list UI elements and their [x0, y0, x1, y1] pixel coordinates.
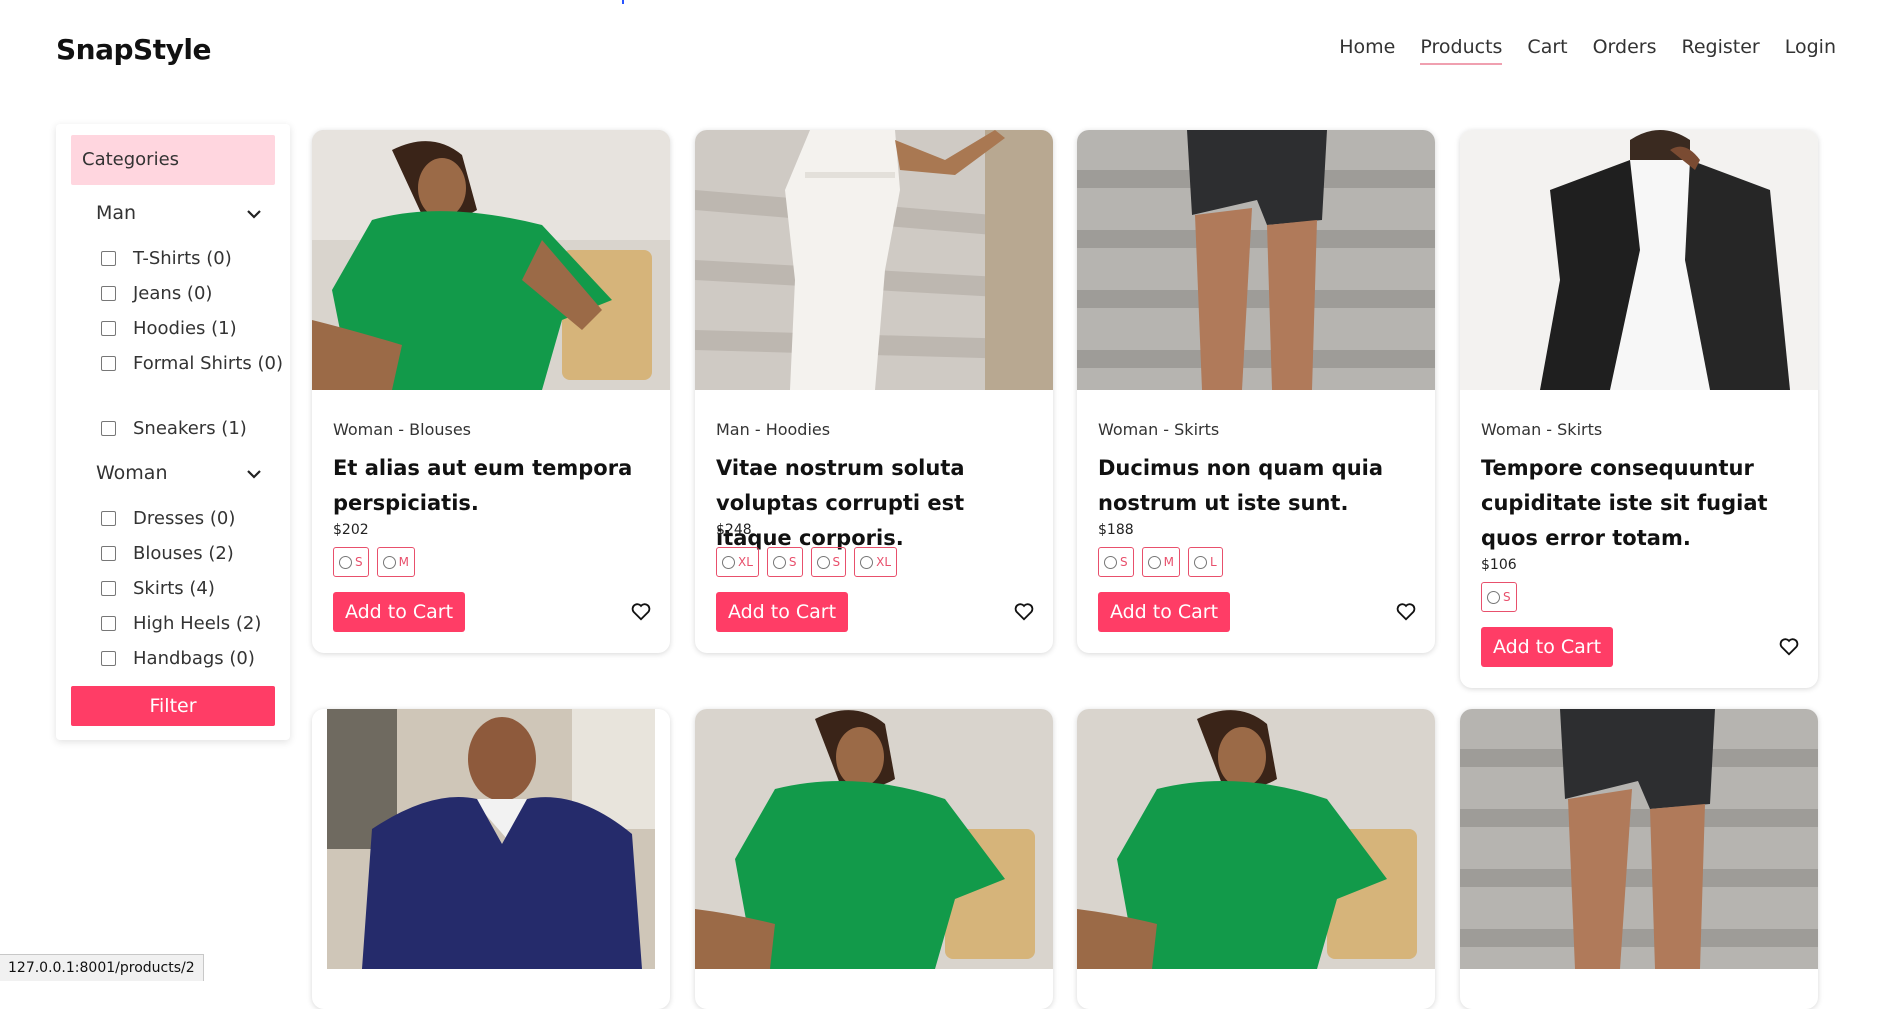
checkbox[interactable] [101, 581, 116, 596]
product-price: $106 [1481, 557, 1517, 573]
heart-icon[interactable] [1013, 600, 1035, 622]
add-to-cart-button[interactable]: Add to Cart [1098, 592, 1230, 632]
focus-mark [622, 0, 624, 4]
size-option[interactable]: XL [854, 547, 898, 577]
nav-products[interactable]: Products [1420, 36, 1503, 65]
size-option[interactable]: S [810, 547, 847, 577]
product-image[interactable] [312, 709, 670, 969]
product-category: Man - Hoodies [716, 420, 831, 439]
checkbox[interactable] [101, 321, 116, 336]
size-option[interactable]: S [766, 547, 803, 577]
radio-icon[interactable] [1104, 555, 1117, 569]
product-price: $188 [1098, 522, 1134, 538]
product-image[interactable] [1460, 130, 1818, 390]
brand-logo[interactable]: SnapStyle [56, 33, 211, 66]
checkbox[interactable] [101, 511, 116, 526]
size-option[interactable]: S [1098, 547, 1134, 577]
product-title[interactable]: Vitae nostrum soluta voluptas corrupti e… [716, 451, 1036, 556]
product-card[interactable] [312, 709, 670, 1009]
size-options: S M L [1098, 547, 1223, 577]
radio-icon[interactable] [816, 555, 830, 569]
checkbox[interactable] [101, 356, 116, 371]
checkbox[interactable] [101, 286, 116, 301]
nav-register[interactable]: Register [1682, 36, 1760, 64]
checkbox[interactable] [101, 251, 116, 266]
filter-button[interactable]: Filter [71, 686, 275, 726]
size-option[interactable]: XL [716, 547, 759, 577]
nav-home[interactable]: Home [1339, 36, 1395, 64]
category-sidebar: Categories Man T-Shirts (0) Jeans (0) Ho… [56, 124, 290, 740]
product-category: Woman - Skirts [1098, 420, 1220, 439]
chevron-down-icon[interactable] [246, 206, 262, 222]
size-option[interactable]: M [376, 547, 415, 577]
add-to-cart-button[interactable]: Add to Cart [333, 592, 465, 632]
status-url: 127.0.0.1:8001/products/2 [0, 954, 204, 981]
size-options: S M [333, 547, 415, 577]
radio-icon[interactable] [722, 555, 735, 569]
product-category: Woman - Blouses [333, 420, 472, 439]
heart-icon[interactable] [630, 600, 652, 622]
main-nav: Home Products Cart Orders Register Login [1339, 36, 1836, 65]
product-title[interactable]: Ducimus non quam quia nostrum ut iste su… [1098, 451, 1418, 521]
checkbox[interactable] [101, 616, 116, 631]
size-options: S [1481, 582, 1517, 612]
size-options: XL S S XL [716, 547, 898, 577]
product-image[interactable] [1077, 130, 1435, 390]
checkbox[interactable] [101, 546, 116, 561]
categories-title: Categories [82, 149, 180, 170]
size-option[interactable]: M [1141, 547, 1180, 577]
product-title[interactable]: Et alias aut eum tempora perspiciatis. [333, 451, 653, 521]
product-image[interactable] [695, 709, 1053, 969]
size-option[interactable]: S [333, 547, 369, 577]
product-image[interactable] [1460, 709, 1818, 969]
product-price: $202 [333, 522, 369, 538]
product-image[interactable] [1077, 709, 1435, 969]
site-header: SnapStyle Home Products Cart Orders Regi… [0, 0, 1892, 100]
radio-icon[interactable] [772, 555, 786, 569]
radio-icon[interactable] [382, 555, 396, 569]
chevron-down-icon[interactable] [246, 466, 262, 482]
product-image[interactable] [695, 130, 1053, 390]
heart-icon[interactable] [1778, 635, 1800, 657]
heart-icon[interactable] [1395, 600, 1417, 622]
product-card[interactable] [695, 709, 1053, 1009]
nav-login[interactable]: Login [1785, 36, 1836, 64]
radio-icon[interactable] [1487, 590, 1500, 604]
product-card[interactable]: Woman - Skirts Ducimus non quam quia nos… [1077, 130, 1435, 653]
radio-icon[interactable] [860, 555, 874, 569]
radio-icon[interactable] [1193, 555, 1207, 569]
radio-icon[interactable] [1147, 555, 1161, 569]
categories-header: Categories [71, 135, 275, 185]
product-card[interactable]: Man - Hoodies Vitae nostrum soluta volup… [695, 130, 1053, 653]
product-card[interactable] [1460, 709, 1818, 1009]
add-to-cart-button[interactable]: Add to Cart [1481, 627, 1613, 667]
product-card[interactable]: Woman - Blouses Et alias aut eum tempora… [312, 130, 670, 653]
product-category: Woman - Skirts [1481, 420, 1603, 439]
size-option[interactable]: S [1481, 582, 1517, 612]
checkbox[interactable] [101, 421, 116, 436]
size-option[interactable]: L [1187, 547, 1223, 577]
radio-icon[interactable] [339, 555, 352, 569]
product-image[interactable] [312, 130, 670, 390]
nav-cart[interactable]: Cart [1527, 36, 1567, 64]
checkbox[interactable] [101, 651, 116, 666]
nav-orders[interactable]: Orders [1593, 36, 1657, 64]
add-to-cart-button[interactable]: Add to Cart [716, 592, 848, 632]
group-woman-title[interactable]: Woman [96, 462, 168, 484]
product-card[interactable] [1077, 709, 1435, 1009]
product-title[interactable]: Tempore consequuntur cupiditate iste sit… [1481, 451, 1801, 556]
group-man-title[interactable]: Man [96, 202, 136, 224]
product-card[interactable]: Woman - Skirts Tempore consequuntur cupi… [1460, 130, 1818, 688]
product-price: $248 [716, 522, 752, 538]
